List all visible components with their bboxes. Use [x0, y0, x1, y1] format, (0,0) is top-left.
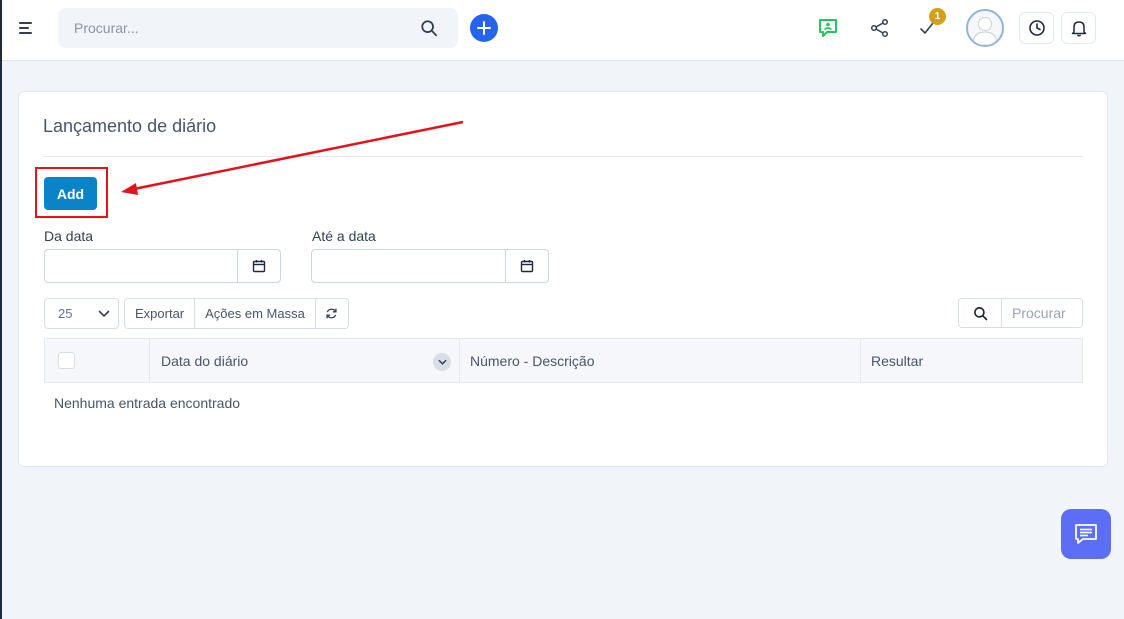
select-all-cell [45, 339, 150, 382]
calendar-icon[interactable] [237, 250, 280, 282]
table-search [958, 298, 1083, 328]
journal-entry-card: Lançamento de diário Add Da data Até a d… [18, 91, 1108, 467]
notification-count-badge: 1 [929, 8, 946, 25]
page-length-value: 25 [58, 306, 73, 321]
column-header-label: Data do diário [161, 352, 249, 369]
column-header-number[interactable]: Número - Descrição [460, 339, 861, 382]
to-date-label: Até a data [312, 228, 376, 244]
to-date-field [311, 249, 549, 283]
avatar[interactable] [966, 9, 1004, 47]
page-length-select[interactable]: 25 [44, 298, 119, 329]
share-icon[interactable] [868, 15, 892, 41]
top-bar: 1 [2, 0, 1124, 61]
table-actions-group: Exportar Ações em Massa [124, 298, 349, 329]
export-button[interactable]: Exportar [125, 299, 196, 328]
bulk-actions-button[interactable]: Ações em Massa [195, 299, 316, 328]
column-header-result[interactable]: Resultar [861, 339, 1082, 382]
chevron-down-icon[interactable] [433, 353, 451, 371]
chat-support-icon[interactable] [816, 15, 840, 41]
to-date-input[interactable] [312, 250, 504, 282]
plus-icon [477, 21, 491, 35]
table-header: Data do diário Número - Descrição Result… [44, 338, 1083, 383]
menu-icon[interactable] [19, 22, 35, 36]
empty-table-message: Nenhuma entrada encontrado [54, 395, 241, 411]
clock-button[interactable] [1019, 12, 1054, 44]
global-search [58, 8, 458, 48]
divider [43, 156, 1083, 157]
message-icon [1075, 524, 1097, 544]
add-button[interactable]: Add [44, 177, 97, 210]
from-date-input[interactable] [45, 250, 237, 282]
from-date-field [44, 249, 281, 283]
table-search-input[interactable] [1002, 299, 1082, 327]
column-header-date[interactable]: Data do diário [150, 339, 460, 382]
chat-button[interactable] [1061, 509, 1111, 559]
chevron-down-icon [98, 310, 110, 318]
notifications-button[interactable] [1061, 12, 1096, 44]
search-input[interactable] [58, 8, 458, 48]
refresh-button[interactable] [315, 299, 348, 328]
search-icon[interactable] [959, 299, 1002, 327]
page-title: Lançamento de diário [43, 116, 217, 136]
select-all-checkbox[interactable] [58, 352, 75, 369]
search-icon[interactable] [420, 19, 438, 37]
column-header-label: Número - Descrição [470, 352, 595, 369]
calendar-icon[interactable] [505, 250, 548, 282]
refresh-icon [326, 308, 337, 319]
clock-icon [1028, 20, 1045, 36]
quick-add-button[interactable] [470, 14, 498, 42]
column-header-label: Resultar [871, 352, 924, 369]
bell-icon [1071, 21, 1086, 37]
from-date-label: Da data [44, 228, 94, 244]
